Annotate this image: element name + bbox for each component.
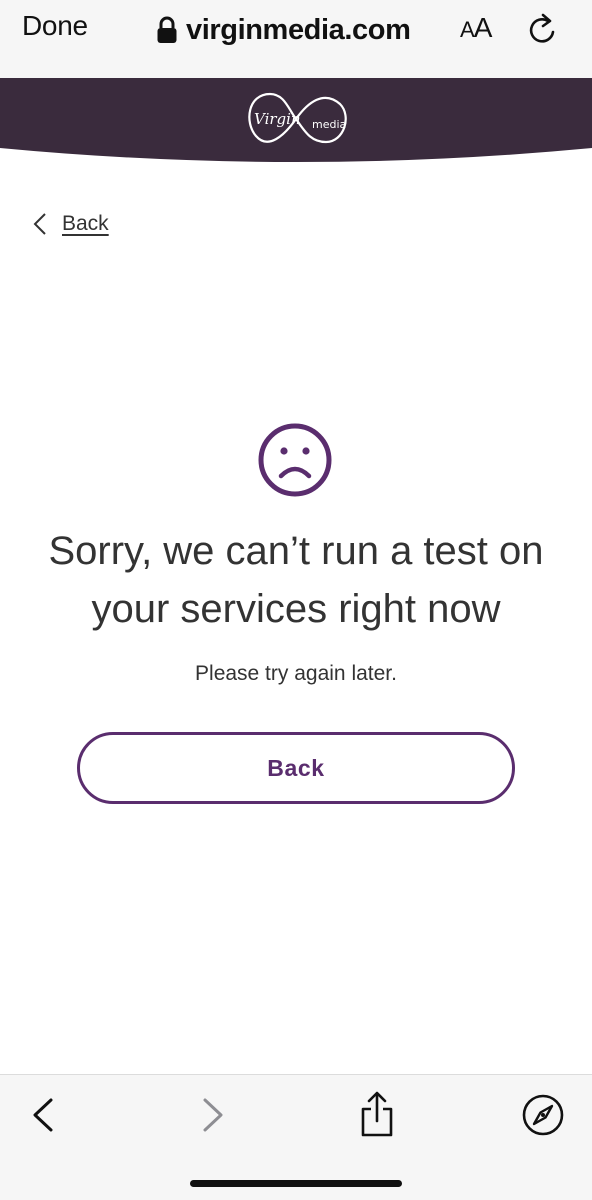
home-indicator bbox=[190, 1180, 402, 1187]
error-headline: Sorry, we can’t run a test on your servi… bbox=[48, 529, 544, 631]
chevron-right-icon[interactable] bbox=[200, 1097, 226, 1133]
virgin-media-logo[interactable]: Virgin media bbox=[240, 86, 352, 152]
chevron-left-icon[interactable] bbox=[30, 1097, 56, 1133]
error-message: Please try again later. bbox=[195, 662, 397, 685]
lock-icon bbox=[157, 16, 177, 43]
logo-virgin-text: Virgin bbox=[254, 110, 301, 128]
browser-top-bar: Done virginmedia.com AA bbox=[0, 0, 592, 78]
reload-icon[interactable] bbox=[526, 12, 560, 48]
text-size-large-label: A bbox=[473, 12, 493, 43]
logo-media-text: media bbox=[312, 118, 346, 131]
done-button[interactable]: Done bbox=[22, 10, 88, 42]
url-text: virginmedia.com bbox=[186, 13, 411, 46]
back-link-label: Back bbox=[62, 212, 109, 235]
back-button[interactable]: Back bbox=[77, 732, 515, 804]
text-size-button[interactable]: AA bbox=[460, 12, 493, 44]
text-size-small-label: A bbox=[460, 17, 475, 42]
compass-icon[interactable] bbox=[521, 1093, 565, 1137]
address-bar[interactable]: virginmedia.com bbox=[156, 10, 411, 50]
share-icon[interactable] bbox=[357, 1091, 397, 1139]
chevron-left-icon bbox=[33, 213, 46, 235]
sad-face-icon bbox=[258, 423, 332, 497]
back-link[interactable]: Back bbox=[32, 208, 109, 240]
